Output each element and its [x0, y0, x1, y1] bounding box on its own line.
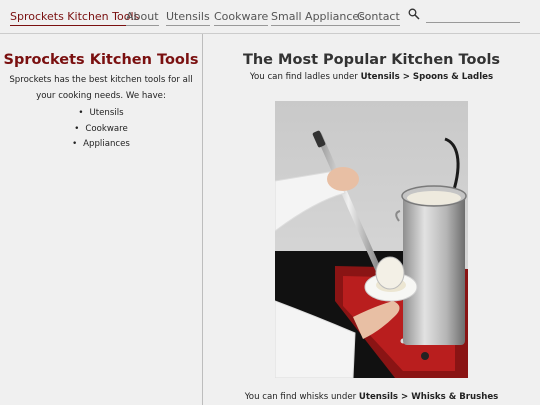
- whisk-caption-prefix: You can find whisks under: [244, 392, 359, 402]
- ladle-photo-illustration: [275, 101, 468, 378]
- whisk-caption-path: Utensils > Whisks & Brushes: [358, 392, 499, 402]
- sidebar-item-utensils: Utensils: [0, 106, 202, 122]
- sidebar-title: Sprockets Kitchen Tools: [3, 52, 199, 68]
- sidebar-item-appliances: Appliances: [0, 137, 202, 153]
- top-nav: Sprockets Kitchen Tools About Utensils C…: [0, 0, 540, 33]
- whisk-caption: You can find whisks under Utensils > Whi…: [203, 391, 540, 403]
- nav-item-contact[interactable]: Contact: [357, 10, 400, 26]
- search-icon[interactable]: [408, 8, 420, 20]
- ladle-caption: You can find ladles under Utensils > Spo…: [203, 71, 540, 83]
- column-divider: [202, 34, 203, 405]
- sidebar-intro: Sprockets has the best kitchen tools for…: [9, 75, 193, 101]
- nav-item-about[interactable]: About: [126, 10, 159, 26]
- search-input[interactable]: [426, 9, 520, 23]
- ladle-caption-prefix: You can find ladles under: [249, 72, 361, 82]
- nav-brand-link[interactable]: Sprockets Kitchen Tools: [10, 10, 140, 26]
- sidebar-item-cookware: Cookware: [0, 122, 202, 138]
- sidebar-list: Utensils Cookware Appliances: [0, 106, 202, 153]
- nav-item-utensils[interactable]: Utensils: [166, 10, 210, 26]
- ladle-caption-path: Utensils > Spoons & Ladles: [360, 72, 494, 82]
- main-content: The Most Popular Kitchen Tools You can f…: [203, 34, 540, 402]
- ladle-photo: [275, 101, 468, 378]
- nav-item-small-appliances[interactable]: Small Appliances: [271, 10, 365, 26]
- nav-item-cookware[interactable]: Cookware: [214, 10, 269, 26]
- sidebar: Sprockets Kitchen Tools Sprockets has th…: [0, 34, 202, 153]
- page-title: The Most Popular Kitchen Tools: [242, 52, 501, 68]
